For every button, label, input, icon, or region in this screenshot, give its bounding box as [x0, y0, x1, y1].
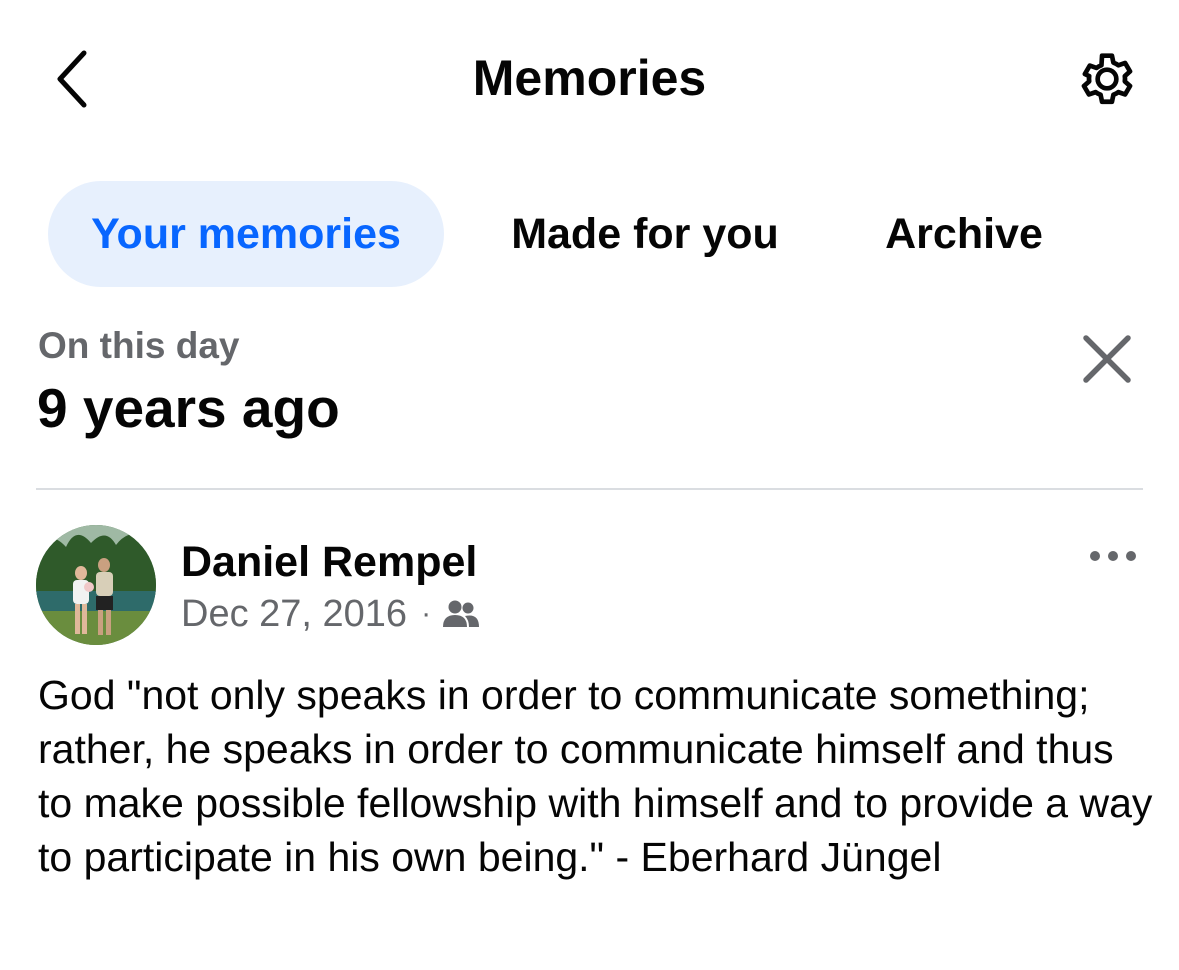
settings-button[interactable] — [1068, 40, 1146, 118]
tab-archive[interactable]: Archive — [860, 181, 1068, 287]
post-date[interactable]: Dec 27, 2016 — [181, 593, 407, 636]
tab-label: Made for you — [511, 209, 779, 258]
tab-label: Archive — [885, 209, 1043, 258]
avatar[interactable] — [36, 525, 156, 645]
post-author-name[interactable]: Daniel Rempel — [181, 534, 477, 590]
friends-icon[interactable] — [443, 599, 480, 629]
tab-made-for-you[interactable]: Made for you — [486, 181, 804, 287]
post-text: God "not only speaks in order to communi… — [38, 672, 1153, 880]
years-ago-heading: 9 years ago — [37, 377, 340, 439]
more-horizontal-icon — [1090, 551, 1136, 561]
tab-your-memories[interactable]: Your memories — [48, 181, 444, 287]
more-options-button[interactable] — [1082, 534, 1144, 578]
meta-separator: · — [421, 597, 432, 630]
tab-label: Your memories — [91, 209, 401, 258]
profile-photo — [36, 525, 156, 645]
on-this-day-label: On this day — [38, 325, 240, 366]
dismiss-memory-button[interactable] — [1074, 326, 1140, 392]
close-icon — [1083, 335, 1131, 383]
gear-icon — [1081, 53, 1133, 105]
section-divider — [36, 488, 1143, 490]
page-title: Memories — [472, 50, 707, 106]
post-meta: Dec 27, 2016 · — [181, 590, 480, 638]
